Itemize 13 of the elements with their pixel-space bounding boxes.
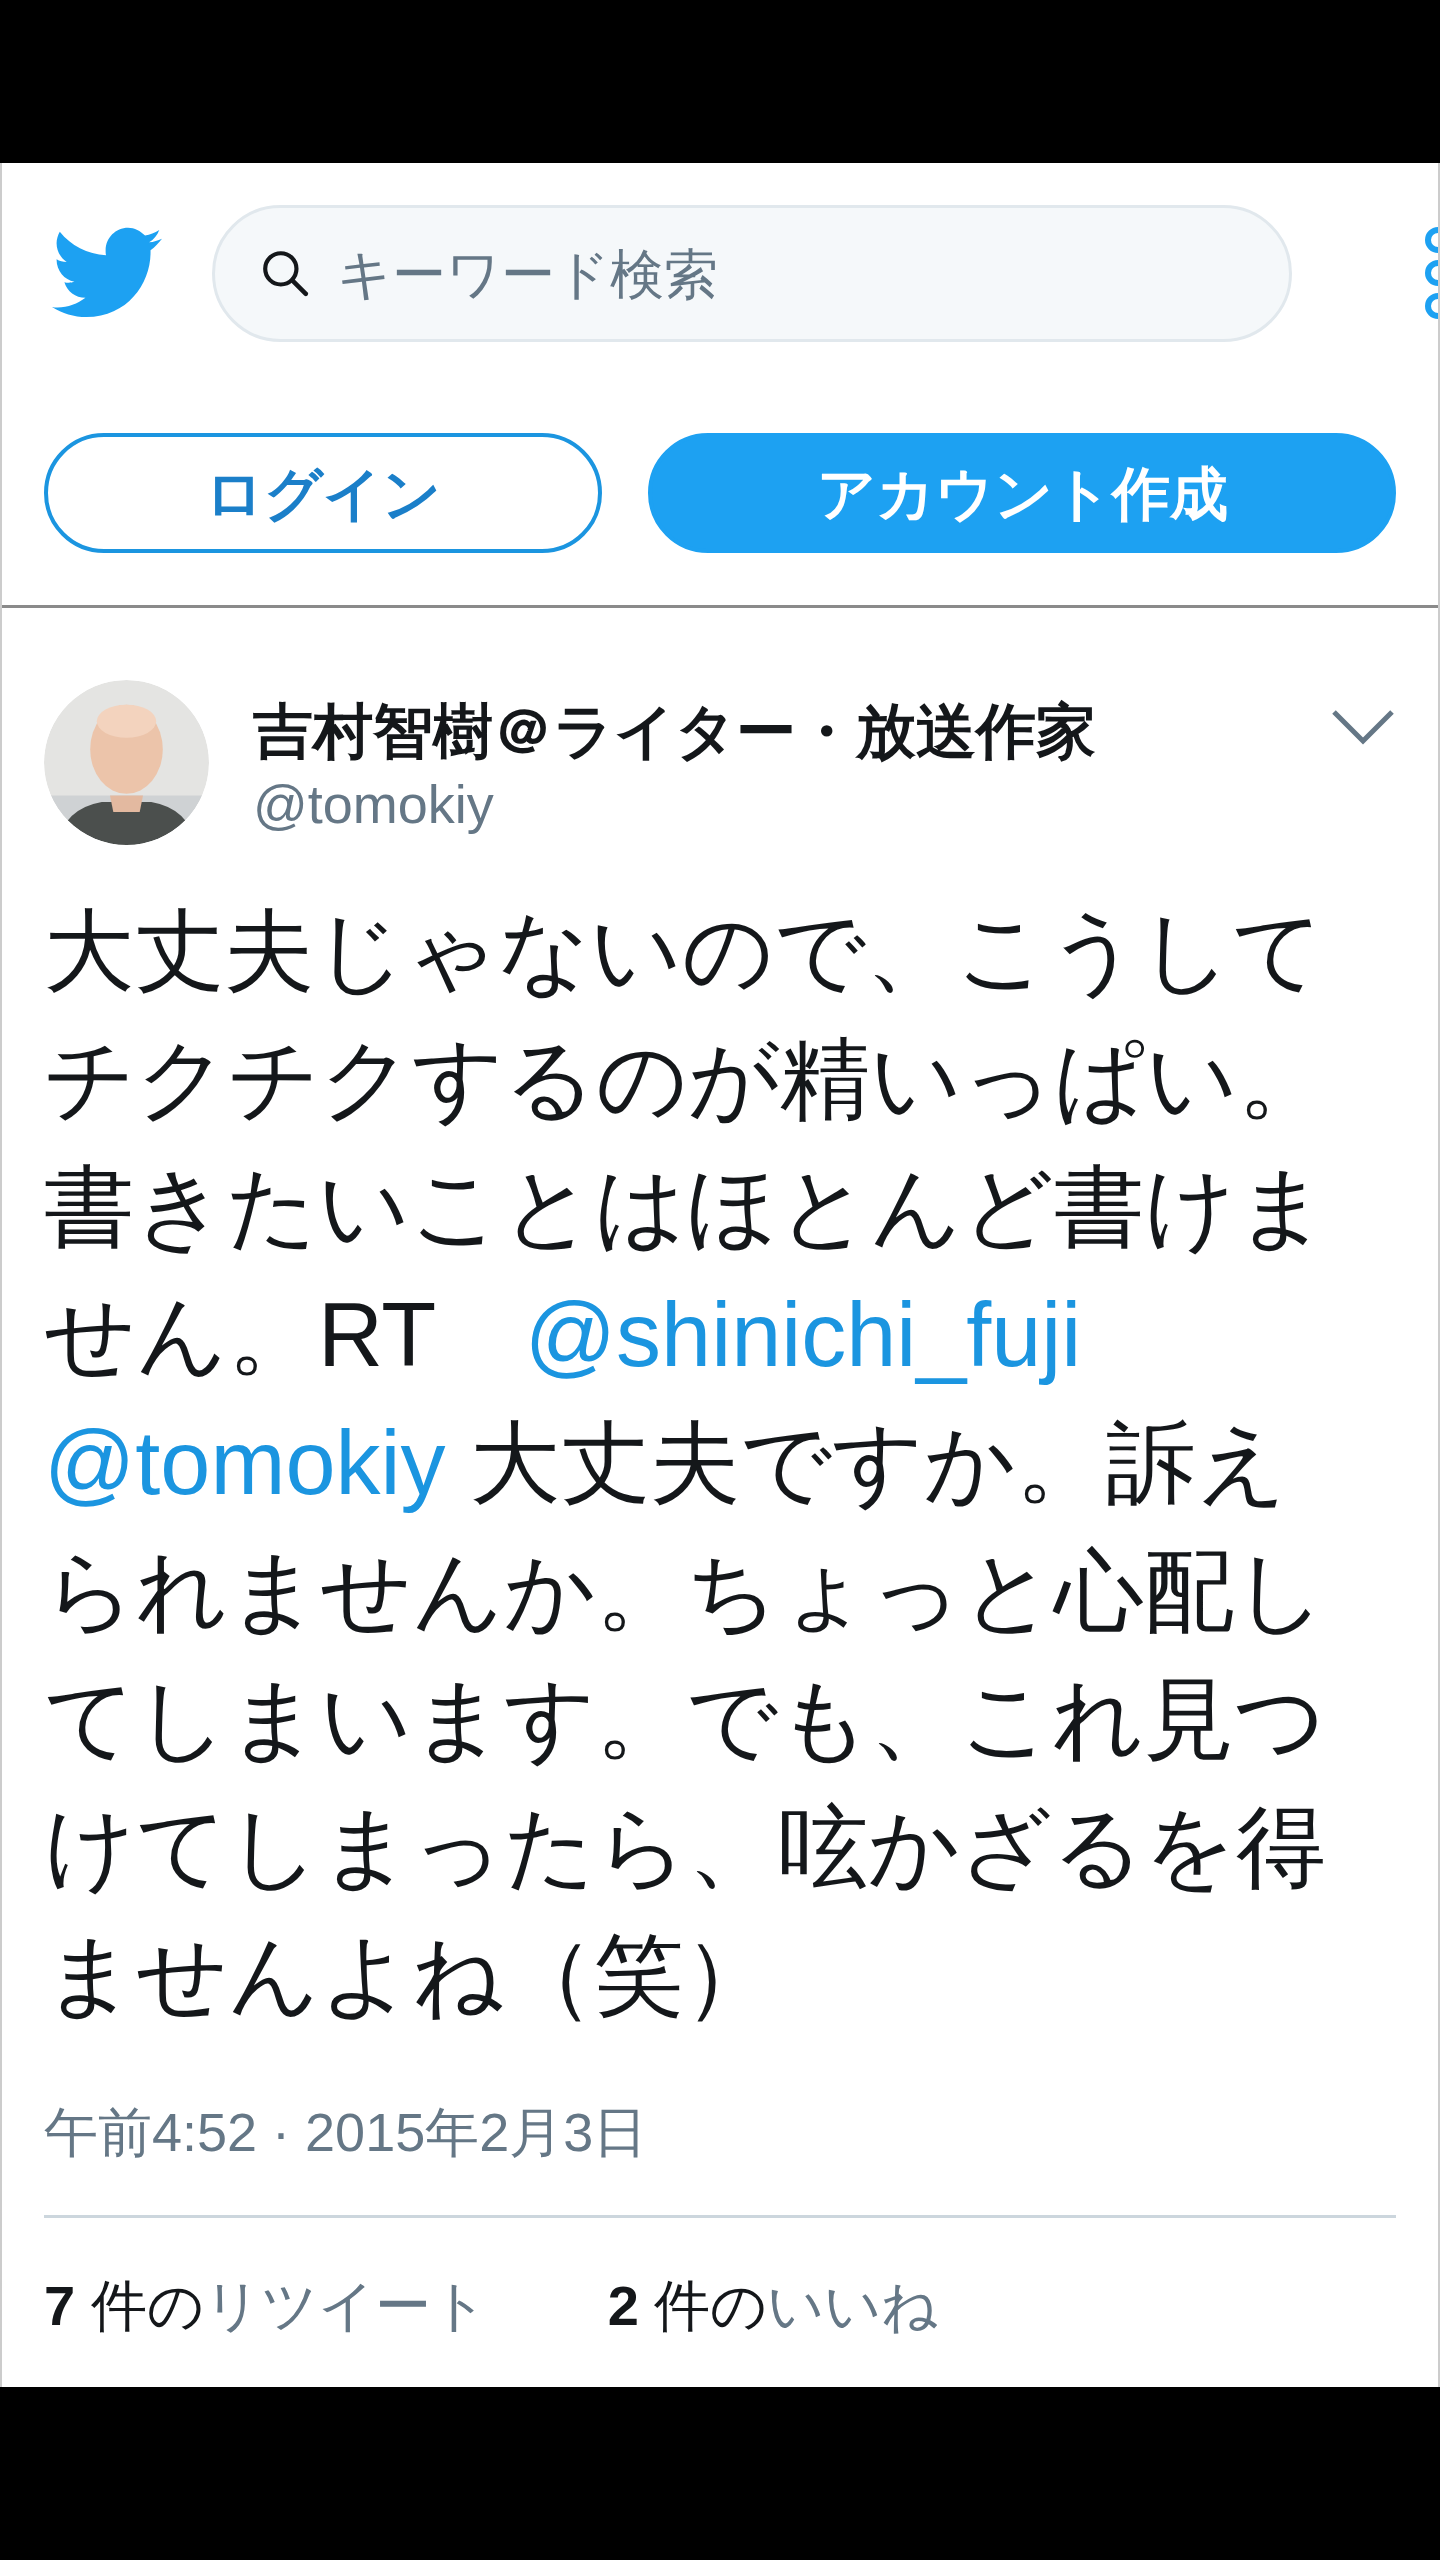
search-icon xyxy=(260,248,310,298)
like-count[interactable]: 2 件のいいね xyxy=(607,2270,939,2343)
login-button[interactable]: ログイン xyxy=(44,433,603,553)
search-field[interactable]: キーワード検索 xyxy=(212,205,1292,342)
tweet-text: 大丈夫じゃないので、こうしてチクチクするのが精いっぱい。書きたいことはほとんど書けません。RT @shinichi_fuji @tomokiy 大丈夫ですか。訴えられませんか。ちょっと心配してしまいます。でも、これ見つけてしまったら、呟かざるを得ませんよね（笑） xyxy=(44,900,1329,2027)
signup-button[interactable]: アカウント作成 xyxy=(648,433,1396,553)
timestamp[interactable]: 午前4:52 · 2015年2月3日 xyxy=(44,2097,1396,2168)
mention-link[interactable]: @shinichi_fuji xyxy=(524,1285,1082,1385)
author-name[interactable]: 吉村智樹＠ライター・放送作家 xyxy=(253,694,1096,769)
chevron-icon[interactable] xyxy=(1330,708,1396,746)
mention-link[interactable]: @tomokiy xyxy=(44,1413,446,1513)
retweet-count[interactable]: 7 件の リツイート xyxy=(44,2270,488,2343)
author-handle[interactable]: @tomokiy xyxy=(253,769,1096,840)
